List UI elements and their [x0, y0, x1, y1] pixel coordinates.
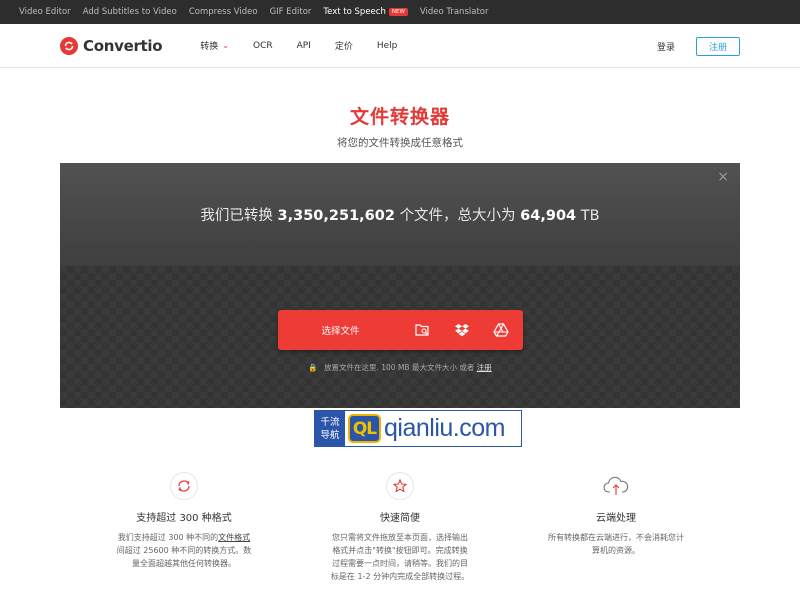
refresh-icon	[170, 472, 198, 500]
login-link[interactable]: 登录	[657, 40, 675, 53]
logo-text: Convertio	[83, 36, 163, 55]
watermark-cn: 千流 导航	[315, 411, 345, 446]
feature-cloud-line2: 算机的资源。	[592, 546, 640, 555]
topbar-link-add-subtitles[interactable]: Add Subtitles to Video	[83, 7, 177, 17]
cloud-upload-icon	[602, 472, 630, 500]
stats-unit: TB	[580, 208, 600, 224]
files-count: 3,350,251,602	[277, 208, 395, 224]
new-badge: NEW	[388, 7, 408, 16]
choose-file-button[interactable]: 选择文件	[278, 310, 523, 350]
nav-help[interactable]: Help	[377, 41, 398, 51]
feature-formats-line3: 量全面超越其他任何转换器。	[132, 559, 236, 568]
hero: 文件转换器 将您的文件转换成任意格式	[0, 68, 800, 150]
signup-button[interactable]: 注册	[696, 36, 740, 56]
main-navbar: Convertio 转换 ⌄ OCR API 定价 Help 登录 注册	[0, 24, 800, 68]
watermark-logo: 千流 导航 QL qianliu.com	[314, 410, 522, 447]
feature-formats-title: 支持超过 300 种格式	[136, 513, 232, 524]
chevron-down-icon: ⌄	[222, 41, 229, 50]
nav-api[interactable]: API	[297, 41, 311, 51]
feature-fast-title: 快速简便	[380, 513, 420, 524]
feature-cloud-title: 云端处理	[596, 513, 636, 524]
nav-ocr[interactable]: OCR	[253, 41, 273, 51]
drop-register-link[interactable]: 注册	[477, 363, 492, 372]
page-subtitle: 将您的文件转换成任意格式	[337, 137, 463, 149]
topbar-link-text-to-speech-label: Text to Speech	[323, 7, 386, 17]
feature-fast-line1: 您只需将文件拖放至本页面，选择输出	[332, 533, 468, 542]
google-drive-icon[interactable]	[481, 310, 520, 350]
stats-prefix: 我们已转换	[200, 208, 273, 224]
watermark-site: qianliu.com	[384, 414, 505, 442]
close-icon[interactable]: ×	[717, 170, 729, 184]
feature-fast: 快速简便 您只需将文件拖放至本页面，选择输出 格式并点击"转换"按钮即可。完成转…	[325, 472, 475, 583]
feature-formats: 支持超过 300 种格式 我们支持超过 300 种不同的文件格式 间超过 256…	[109, 472, 259, 570]
folder-search-icon[interactable]	[403, 310, 442, 350]
topbar-link-gif-editor[interactable]: GIF Editor	[270, 7, 312, 17]
top-bar: Video Editor Add Subtitles to Video Comp…	[0, 0, 800, 24]
page-title: 文件转换器	[349, 106, 450, 128]
drop-note-text: 放置文件在这里. 100 MB 最大文件大小 或者	[323, 363, 475, 372]
feature-formats-text: 我们支持超过 300 种不同的文件格式 间超过 25600 种不同的转换方式。数…	[109, 531, 259, 570]
topbar-link-video-editor[interactable]: Video Editor	[19, 7, 71, 17]
choose-file-label: 选择文件	[321, 326, 360, 337]
upload-box: × 我们已转换 3,350,251,602 个文件，总大小为 64,904 TB…	[60, 163, 740, 408]
watermark-cn-line2: 导航	[320, 429, 340, 441]
drop-note: 🔒 放置文件在这里. 100 MB 最大文件大小 或者 注册	[60, 362, 740, 373]
nav-convert[interactable]: 转换 ⌄	[200, 39, 229, 52]
feature-fast-line3: 过程需要一点时间，请稍等。我们的目	[332, 559, 468, 568]
watermark-cn-line1: 千流	[320, 416, 340, 428]
feature-cloud: 云端处理 所有转换都在云端进行，不会消耗您计 算机的资源。	[541, 472, 691, 557]
feature-formats-line1: 我们支持超过 300 种不同的文件格式	[109, 531, 259, 544]
logo[interactable]: Convertio	[60, 36, 163, 55]
nav-convert-label: 转换	[200, 42, 219, 52]
topbar-link-compress-video[interactable]: Compress Video	[189, 7, 258, 17]
feature-formats-line1-text: 我们支持超过 300 种不同的	[117, 533, 219, 542]
file-formats-link[interactable]: 文件格式	[218, 533, 250, 542]
convertio-logo-icon	[60, 36, 78, 55]
nav-account: 登录 注册	[657, 24, 740, 68]
dropbox-icon[interactable]	[442, 310, 481, 350]
topbar-link-video-translator[interactable]: Video Translator	[420, 7, 489, 17]
feature-fast-text: 您只需将文件拖放至本页面，选择输出 格式并点击"转换"按钮即可。完成转换 过程需…	[325, 531, 475, 583]
feature-fast-line2: 格式并点击"转换"按钮即可。完成转换	[332, 546, 468, 555]
feature-cloud-line1: 所有转换都在云端进行，不会消耗您计	[548, 533, 684, 542]
feature-formats-line2: 间超过 25600 种不同的转换方式。数	[116, 546, 252, 555]
lock-icon: 🔒	[308, 363, 318, 372]
stats-mid: 个文件，总大小为	[399, 208, 516, 224]
watermark-mark: QL	[348, 414, 381, 443]
upload-stats-panel: × 我们已转换 3,350,251,602 个文件，总大小为 64,904 TB	[60, 163, 740, 266]
topbar-link-text-to-speech[interactable]: Text to Speech NEW	[323, 7, 408, 17]
total-size: 64,904	[520, 208, 577, 224]
feature-cloud-text: 所有转换都在云端进行，不会消耗您计 算机的资源。	[541, 531, 691, 557]
feature-fast-line4: 标是在 1-2 分钟内完成全部转换过程。	[330, 572, 470, 581]
nav-pricing[interactable]: 定价	[335, 39, 353, 52]
conversion-stats: 我们已转换 3,350,251,602 个文件，总大小为 64,904 TB	[200, 204, 599, 225]
star-icon	[386, 472, 414, 500]
drop-zone[interactable]: 选择文件 🔒 放置文件在这里. 100 MB 最大文件大小 或者 注册	[60, 266, 740, 408]
